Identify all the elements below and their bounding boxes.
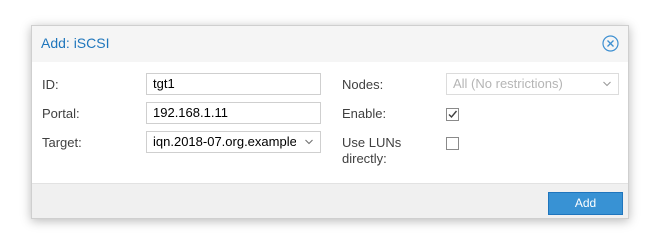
checkmark-icon (448, 110, 458, 119)
nodes-label: Nodes: (342, 77, 384, 92)
nodes-value: All (No restrictions) (453, 76, 563, 91)
id-field[interactable]: tgt1 (146, 73, 321, 95)
enable-label: Enable: (342, 106, 387, 121)
target-value: iqn.2018-07.org.example (153, 134, 296, 149)
dialog-footer: Add (32, 183, 628, 218)
use-luns-checkbox[interactable] (446, 137, 459, 150)
portal-label: Portal: (42, 106, 80, 121)
portal-field[interactable]: 192.168.1.11 (146, 102, 321, 124)
dialog-header: Add: iSCSI (32, 26, 628, 62)
id-label: ID: (42, 77, 59, 92)
chevron-down-icon (603, 81, 611, 87)
target-label: Target: (42, 135, 82, 150)
dialog-body: ID: tgt1 Portal: 192.168.1.11 Target: iq… (32, 62, 628, 183)
target-select[interactable]: iqn.2018-07.org.example (146, 131, 321, 153)
close-icon[interactable] (602, 35, 619, 52)
dialog-title: Add: iSCSI (41, 35, 110, 51)
use-luns-label-line2: directly: (342, 151, 387, 166)
portal-value: 192.168.1.11 (153, 105, 228, 120)
nodes-select[interactable]: All (No restrictions) (446, 73, 619, 95)
add-button[interactable]: Add (548, 192, 623, 215)
enable-checkbox[interactable] (446, 108, 459, 121)
chevron-down-icon (305, 139, 313, 145)
use-luns-label-line1: Use LUNs (342, 135, 402, 150)
add-iscsi-dialog: Add: iSCSI ID: tgt1 Portal: 192.168.1.11… (31, 25, 629, 219)
id-value: tgt1 (153, 76, 175, 91)
